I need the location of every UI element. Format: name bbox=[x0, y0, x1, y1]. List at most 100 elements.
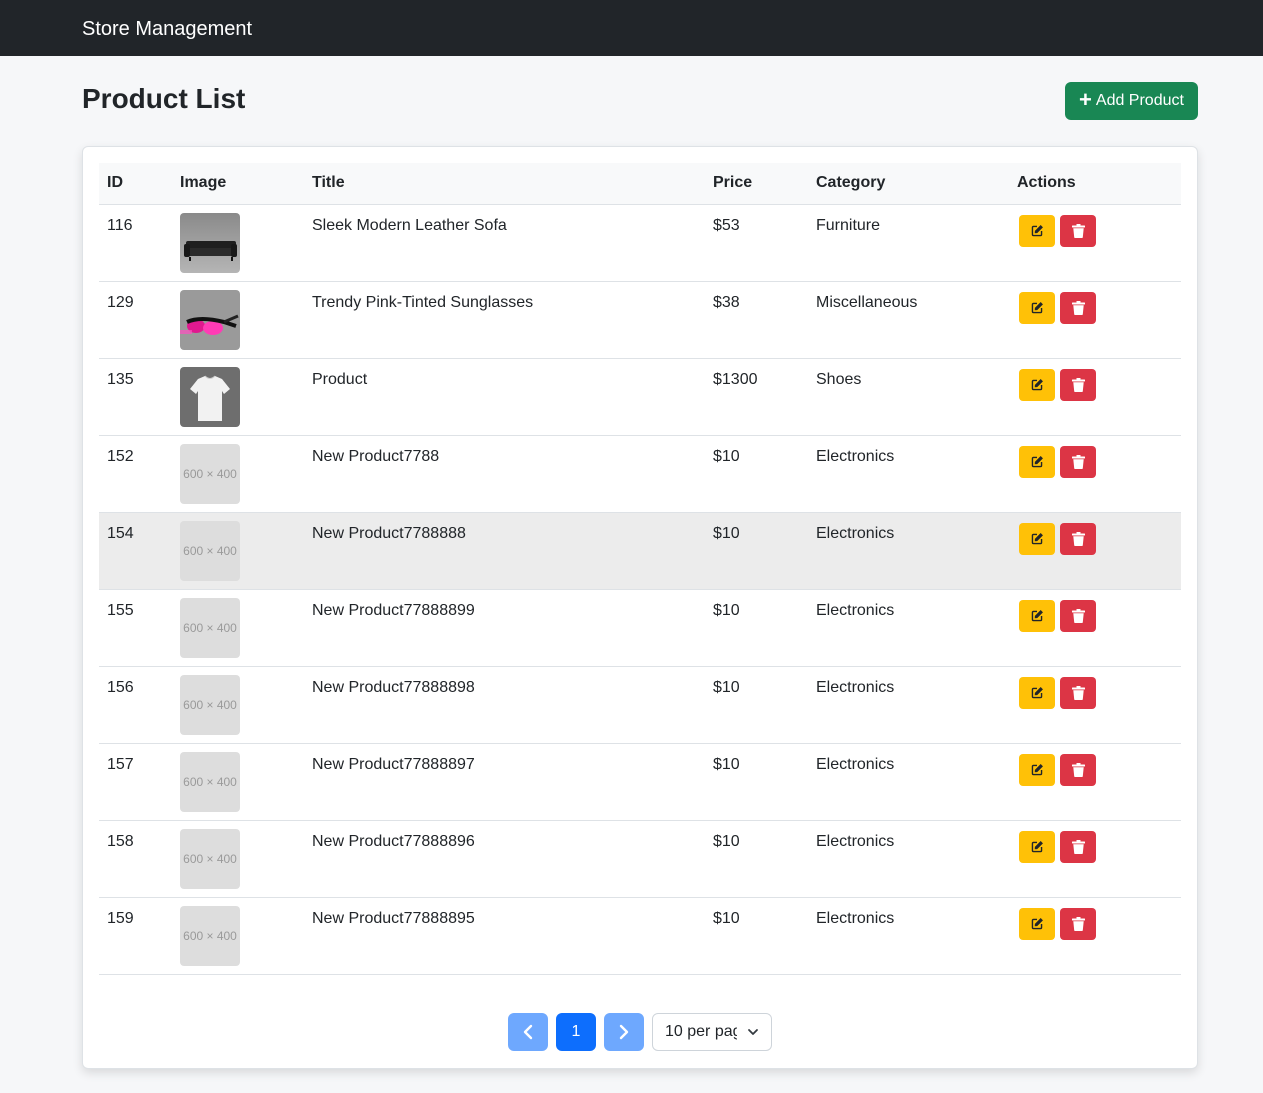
cell-id: 157 bbox=[99, 743, 172, 821]
table-row: 135 Product $1300 Shoes bbox=[99, 358, 1181, 436]
edit-button[interactable] bbox=[1019, 830, 1055, 863]
table-row: 159 600 × 400 New Product77888895 $10 El… bbox=[99, 897, 1181, 975]
delete-button[interactable] bbox=[1060, 291, 1096, 324]
cell-price: $10 bbox=[705, 743, 808, 821]
per-page-select[interactable]: 10 per page bbox=[652, 1013, 772, 1051]
edit-button[interactable] bbox=[1019, 214, 1055, 247]
delete-button[interactable] bbox=[1060, 830, 1096, 863]
next-page-button[interactable] bbox=[604, 1013, 644, 1051]
image-placeholder-text: 600 × 400 bbox=[183, 466, 237, 481]
trash-icon bbox=[1071, 454, 1085, 469]
delete-button[interactable] bbox=[1060, 368, 1096, 401]
cell-category: Electronics bbox=[808, 897, 1009, 975]
image-placeholder-text: 600 × 400 bbox=[183, 620, 237, 635]
cell-id: 155 bbox=[99, 589, 172, 667]
table-row: 152 600 × 400 New Product7788 $10 Electr… bbox=[99, 435, 1181, 513]
cell-id: 129 bbox=[99, 281, 172, 359]
pencil-square-icon bbox=[1031, 224, 1043, 236]
delete-button[interactable] bbox=[1060, 214, 1096, 247]
plus-icon: + bbox=[1079, 87, 1092, 112]
cell-price: $10 bbox=[705, 512, 808, 590]
table-row: 158 600 × 400 New Product77888896 $10 El… bbox=[99, 820, 1181, 898]
column-header-category: Category bbox=[808, 163, 1009, 205]
chevron-left-icon bbox=[523, 1024, 533, 1040]
edit-button[interactable] bbox=[1019, 753, 1055, 786]
delete-button[interactable] bbox=[1060, 753, 1096, 786]
cell-actions bbox=[1009, 589, 1181, 667]
cell-id: 154 bbox=[99, 512, 172, 590]
pencil-square-icon bbox=[1031, 455, 1043, 467]
cell-title: New Product77888898 bbox=[304, 666, 705, 744]
table-row: 129 Trendy Pink-Tinted Sunglasses $38 Mi… bbox=[99, 281, 1181, 359]
trash-icon bbox=[1071, 762, 1085, 777]
cell-title: Product bbox=[304, 358, 705, 436]
column-header-actions: Actions bbox=[1009, 163, 1181, 205]
cell-price: $10 bbox=[705, 820, 808, 898]
image-placeholder-text: 600 × 400 bbox=[183, 543, 237, 558]
add-product-button[interactable]: + Add Product bbox=[1065, 82, 1198, 120]
cell-image: 600 × 400 bbox=[172, 820, 304, 898]
edit-button[interactable] bbox=[1019, 599, 1055, 632]
image-placeholder: 600 × 400 bbox=[180, 443, 240, 504]
cell-image bbox=[172, 281, 304, 359]
page-title: Product List bbox=[82, 83, 246, 114]
trash-icon bbox=[1071, 531, 1085, 546]
prev-page-button[interactable] bbox=[508, 1013, 548, 1051]
image-placeholder-text: 600 × 400 bbox=[183, 697, 237, 712]
page-button-current[interactable]: 1 bbox=[556, 1013, 596, 1051]
pencil-square-icon bbox=[1031, 609, 1043, 621]
delete-button[interactable] bbox=[1060, 599, 1096, 632]
image-placeholder: 600 × 400 bbox=[180, 520, 240, 581]
image-placeholder: 600 × 400 bbox=[180, 828, 240, 889]
cell-title: Sleek Modern Leather Sofa bbox=[304, 204, 705, 282]
delete-button[interactable] bbox=[1060, 445, 1096, 478]
cell-category: Electronics bbox=[808, 743, 1009, 821]
column-header-image: Image bbox=[172, 163, 304, 205]
cell-category: Electronics bbox=[808, 666, 1009, 744]
pencil-square-icon bbox=[1031, 763, 1043, 775]
cell-image: 600 × 400 bbox=[172, 589, 304, 667]
tshirt-image bbox=[180, 366, 240, 427]
trash-icon bbox=[1071, 223, 1085, 238]
cell-actions bbox=[1009, 512, 1181, 590]
cell-actions bbox=[1009, 743, 1181, 821]
cell-price: $10 bbox=[705, 666, 808, 744]
navbar-brand[interactable]: Store Management bbox=[82, 17, 252, 41]
cell-price: $10 bbox=[705, 589, 808, 667]
edit-button[interactable] bbox=[1019, 368, 1055, 401]
cell-image: 600 × 400 bbox=[172, 435, 304, 513]
cell-image: 600 × 400 bbox=[172, 743, 304, 821]
edit-button[interactable] bbox=[1019, 522, 1055, 555]
product-table-card: ID Image Title Price Category Actions 11… bbox=[82, 146, 1198, 1069]
edit-button[interactable] bbox=[1019, 907, 1055, 940]
image-placeholder: 600 × 400 bbox=[180, 674, 240, 735]
cell-image bbox=[172, 204, 304, 282]
per-page-value: 10 per page bbox=[665, 1023, 737, 1040]
edit-button[interactable] bbox=[1019, 445, 1055, 478]
edit-button[interactable] bbox=[1019, 676, 1055, 709]
cell-category: Electronics bbox=[808, 435, 1009, 513]
cell-id: 156 bbox=[99, 666, 172, 744]
trash-icon bbox=[1071, 685, 1085, 700]
pagination: 1 10 per page bbox=[508, 1013, 772, 1051]
cell-price: $10 bbox=[705, 897, 808, 975]
cell-actions bbox=[1009, 666, 1181, 744]
cell-id: 135 bbox=[99, 358, 172, 436]
delete-button[interactable] bbox=[1060, 907, 1096, 940]
edit-button[interactable] bbox=[1019, 291, 1055, 324]
column-header-price: Price bbox=[705, 163, 808, 205]
cell-category: Furniture bbox=[808, 204, 1009, 282]
cell-title: New Product77888899 bbox=[304, 589, 705, 667]
cell-category: Shoes bbox=[808, 358, 1009, 436]
delete-button[interactable] bbox=[1060, 522, 1096, 555]
cell-category: Electronics bbox=[808, 512, 1009, 590]
delete-button[interactable] bbox=[1060, 676, 1096, 709]
table-row: 156 600 × 400 New Product77888898 $10 El… bbox=[99, 666, 1181, 744]
chevron-down-icon bbox=[748, 1029, 758, 1035]
cell-title: New Product77888897 bbox=[304, 743, 705, 821]
table-row: 155 600 × 400 New Product77888899 $10 El… bbox=[99, 589, 1181, 667]
cell-price: $10 bbox=[705, 435, 808, 513]
trash-icon bbox=[1071, 608, 1085, 623]
pencil-square-icon bbox=[1031, 917, 1043, 929]
trash-icon bbox=[1071, 916, 1085, 931]
